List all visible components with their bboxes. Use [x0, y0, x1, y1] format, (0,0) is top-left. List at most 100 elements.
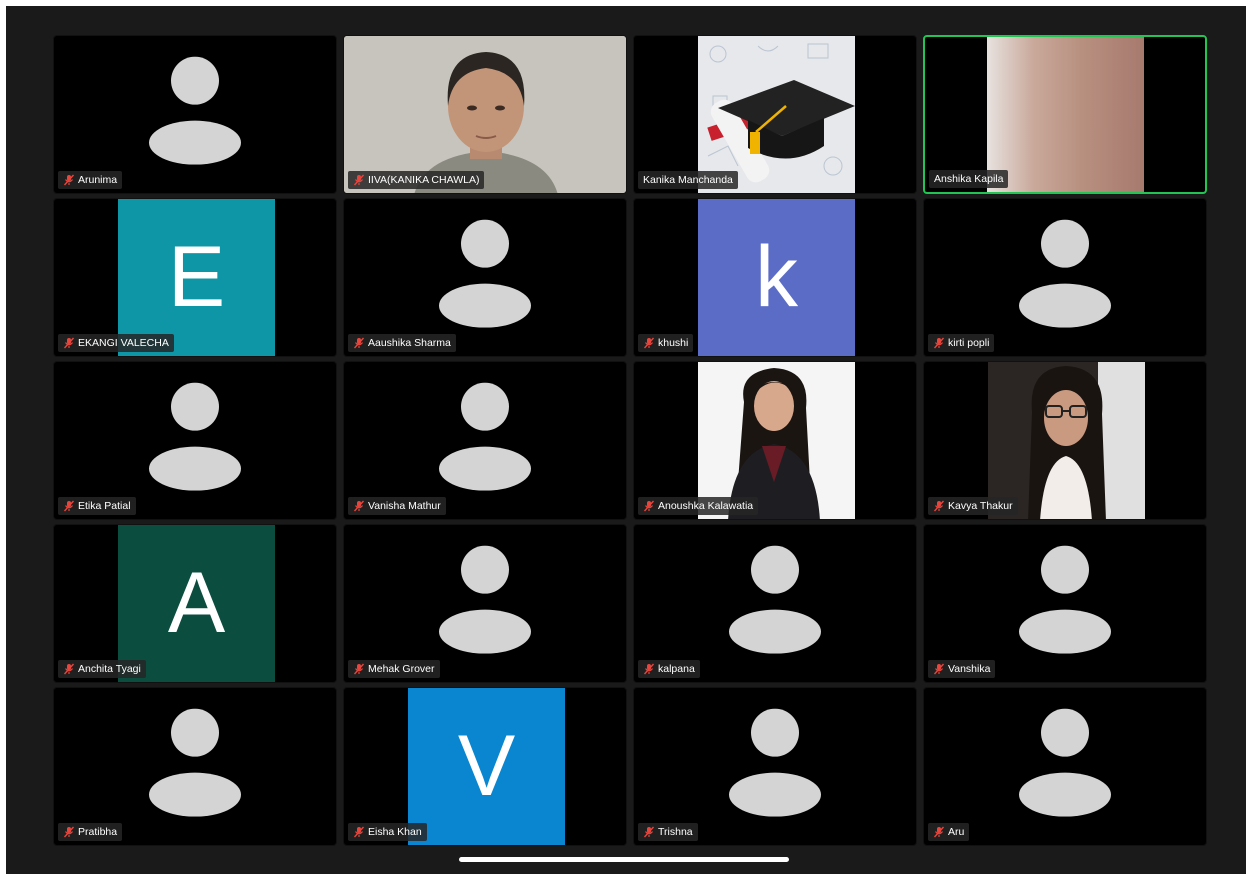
participant-name: khushi — [658, 337, 689, 349]
muted-mic-icon — [353, 337, 365, 349]
participant-name: Etika Patial — [78, 500, 131, 512]
participant-name-tag: Etika Patial — [58, 497, 136, 515]
participant-name: Mehak Grover — [368, 663, 435, 675]
participant-name-tag: Trishna — [638, 823, 698, 841]
muted-mic-icon — [353, 826, 365, 838]
initial-avatar: A — [118, 525, 275, 682]
default-avatar-icon — [54, 36, 336, 193]
participant-tile-kirti-popli[interactable]: kirti popli — [923, 198, 1207, 357]
participant-profile-picture — [698, 362, 855, 519]
default-avatar-icon — [634, 688, 916, 845]
muted-mic-icon — [63, 174, 75, 186]
avatar-initial: A — [167, 555, 226, 651]
muted-mic-icon — [63, 500, 75, 512]
initial-avatar: E — [118, 199, 275, 356]
default-avatar-icon — [54, 688, 336, 845]
participant-name: Kanika Manchanda — [643, 174, 733, 186]
muted-mic-icon — [933, 663, 945, 675]
participant-video-feed — [987, 37, 1144, 192]
participant-name-tag: Arunima — [58, 171, 123, 189]
participant-name-tag: IIVA(KANIKA CHAWLA) — [348, 171, 485, 189]
participant-name: Anoushka Kalawatia — [658, 500, 754, 512]
default-avatar-icon — [344, 525, 626, 682]
muted-mic-icon — [643, 337, 655, 349]
participant-video-feed — [344, 36, 626, 193]
participant-tile-vanisha-mathur[interactable]: Vanisha Mathur — [343, 361, 627, 520]
participant-name: EKANGI VALECHA — [78, 337, 169, 349]
person-portrait-image — [988, 362, 1145, 519]
participant-profile-picture — [698, 36, 855, 193]
participant-tile-aru[interactable]: Aru — [923, 687, 1207, 846]
participant-name: Aru — [948, 826, 965, 838]
participant-name: Trishna — [658, 826, 693, 838]
participant-name: Anshika Kapila — [934, 173, 1004, 185]
participant-name-tag: Eisha Khan — [348, 823, 427, 841]
participant-name-tag: kalpana — [638, 660, 700, 678]
participant-name-tag: khushi — [638, 334, 694, 352]
initial-avatar: V — [408, 688, 565, 845]
participant-tile-anoushka-kalawatia[interactable]: Anoushka Kalawatia — [633, 361, 917, 520]
avatar-initial: k — [755, 229, 798, 325]
default-avatar-icon — [924, 525, 1206, 682]
participant-name-tag: EKANGI VALECHA — [58, 334, 174, 352]
avatar-initial: V — [457, 718, 516, 814]
participant-tile-mehak-grover[interactable]: Mehak Grover — [343, 524, 627, 683]
participant-tile-kanika-manchanda[interactable]: Kanika Manchanda — [633, 35, 917, 194]
participant-tile-etika-patial[interactable]: Etika Patial — [53, 361, 337, 520]
participant-name-tag: Anoushka Kalawatia — [638, 497, 759, 515]
muted-mic-icon — [63, 826, 75, 838]
default-avatar-icon — [344, 199, 626, 356]
participant-tile-aaushika-sharma[interactable]: Aaushika Sharma — [343, 198, 627, 357]
participant-tile-pratibha[interactable]: Pratibha — [53, 687, 337, 846]
participant-tile-arunima[interactable]: Arunima — [53, 35, 337, 194]
participant-name-tag: Kavya Thakur — [928, 497, 1018, 515]
participant-name-tag: Pratibha — [58, 823, 123, 841]
video-gallery-window: Arunima IIVA(KANIKA CHAWLA) Kanika Manch… — [6, 6, 1246, 874]
participant-name: Eisha Khan — [368, 826, 422, 838]
default-avatar-icon — [54, 362, 336, 519]
participant-name: Vanshika — [948, 663, 991, 675]
participant-tile-ekangi-valecha[interactable]: E EKANGI VALECHA — [53, 198, 337, 357]
participant-name: kirti popli — [948, 337, 990, 349]
participant-name: Pratibha — [78, 826, 118, 838]
participant-name: kalpana — [658, 663, 695, 675]
muted-mic-icon — [933, 337, 945, 349]
muted-mic-icon — [353, 174, 365, 186]
participant-tile-eisha-khan[interactable]: V Eisha Khan — [343, 687, 627, 846]
participant-tile-kavya-thakur[interactable]: Kavya Thakur — [923, 361, 1207, 520]
participant-tile-anchita-tyagi[interactable]: A Anchita Tyagi — [53, 524, 337, 683]
participant-name-tag: kirti popli — [928, 334, 995, 352]
participant-grid: Arunima IIVA(KANIKA CHAWLA) Kanika Manch… — [53, 35, 1207, 846]
muted-mic-icon — [643, 500, 655, 512]
muted-mic-icon — [353, 500, 365, 512]
muted-mic-icon — [933, 500, 945, 512]
participant-tile-trishna[interactable]: Trishna — [633, 687, 917, 846]
participant-name-tag: Mehak Grover — [348, 660, 440, 678]
participant-name: Arunima — [78, 174, 118, 186]
participant-tile-kalpana[interactable]: kalpana — [633, 524, 917, 683]
default-avatar-icon — [924, 688, 1206, 845]
muted-mic-icon — [933, 826, 945, 838]
participant-tile-vanshika[interactable]: Vanshika — [923, 524, 1207, 683]
participant-name: Anchita Tyagi — [78, 663, 141, 675]
initial-avatar: k — [698, 199, 855, 356]
muted-mic-icon — [353, 663, 365, 675]
muted-mic-icon — [643, 663, 655, 675]
participant-name: Vanisha Mathur — [368, 500, 441, 512]
default-avatar-icon — [634, 525, 916, 682]
avatar-initial: E — [167, 229, 226, 325]
participant-tile-iiva-kanika-chawla[interactable]: IIVA(KANIKA CHAWLA) — [343, 35, 627, 194]
participant-name-tag: Aru — [928, 823, 970, 841]
participant-name-tag: Vanisha Mathur — [348, 497, 446, 515]
participant-tile-khushi[interactable]: k khushi — [633, 198, 917, 357]
graduation-cap-image — [698, 36, 855, 193]
muted-mic-icon — [63, 663, 75, 675]
home-indicator-bar[interactable] — [459, 857, 789, 862]
participant-name: Kavya Thakur — [948, 500, 1013, 512]
muted-mic-icon — [643, 826, 655, 838]
default-avatar-icon — [924, 199, 1206, 356]
person-video-image — [344, 36, 626, 193]
participant-tile-anshika-kapila-active-speaker[interactable]: Anshika Kapila — [923, 35, 1207, 194]
person-portrait-image — [698, 362, 855, 519]
participant-name-tag: Vanshika — [928, 660, 996, 678]
